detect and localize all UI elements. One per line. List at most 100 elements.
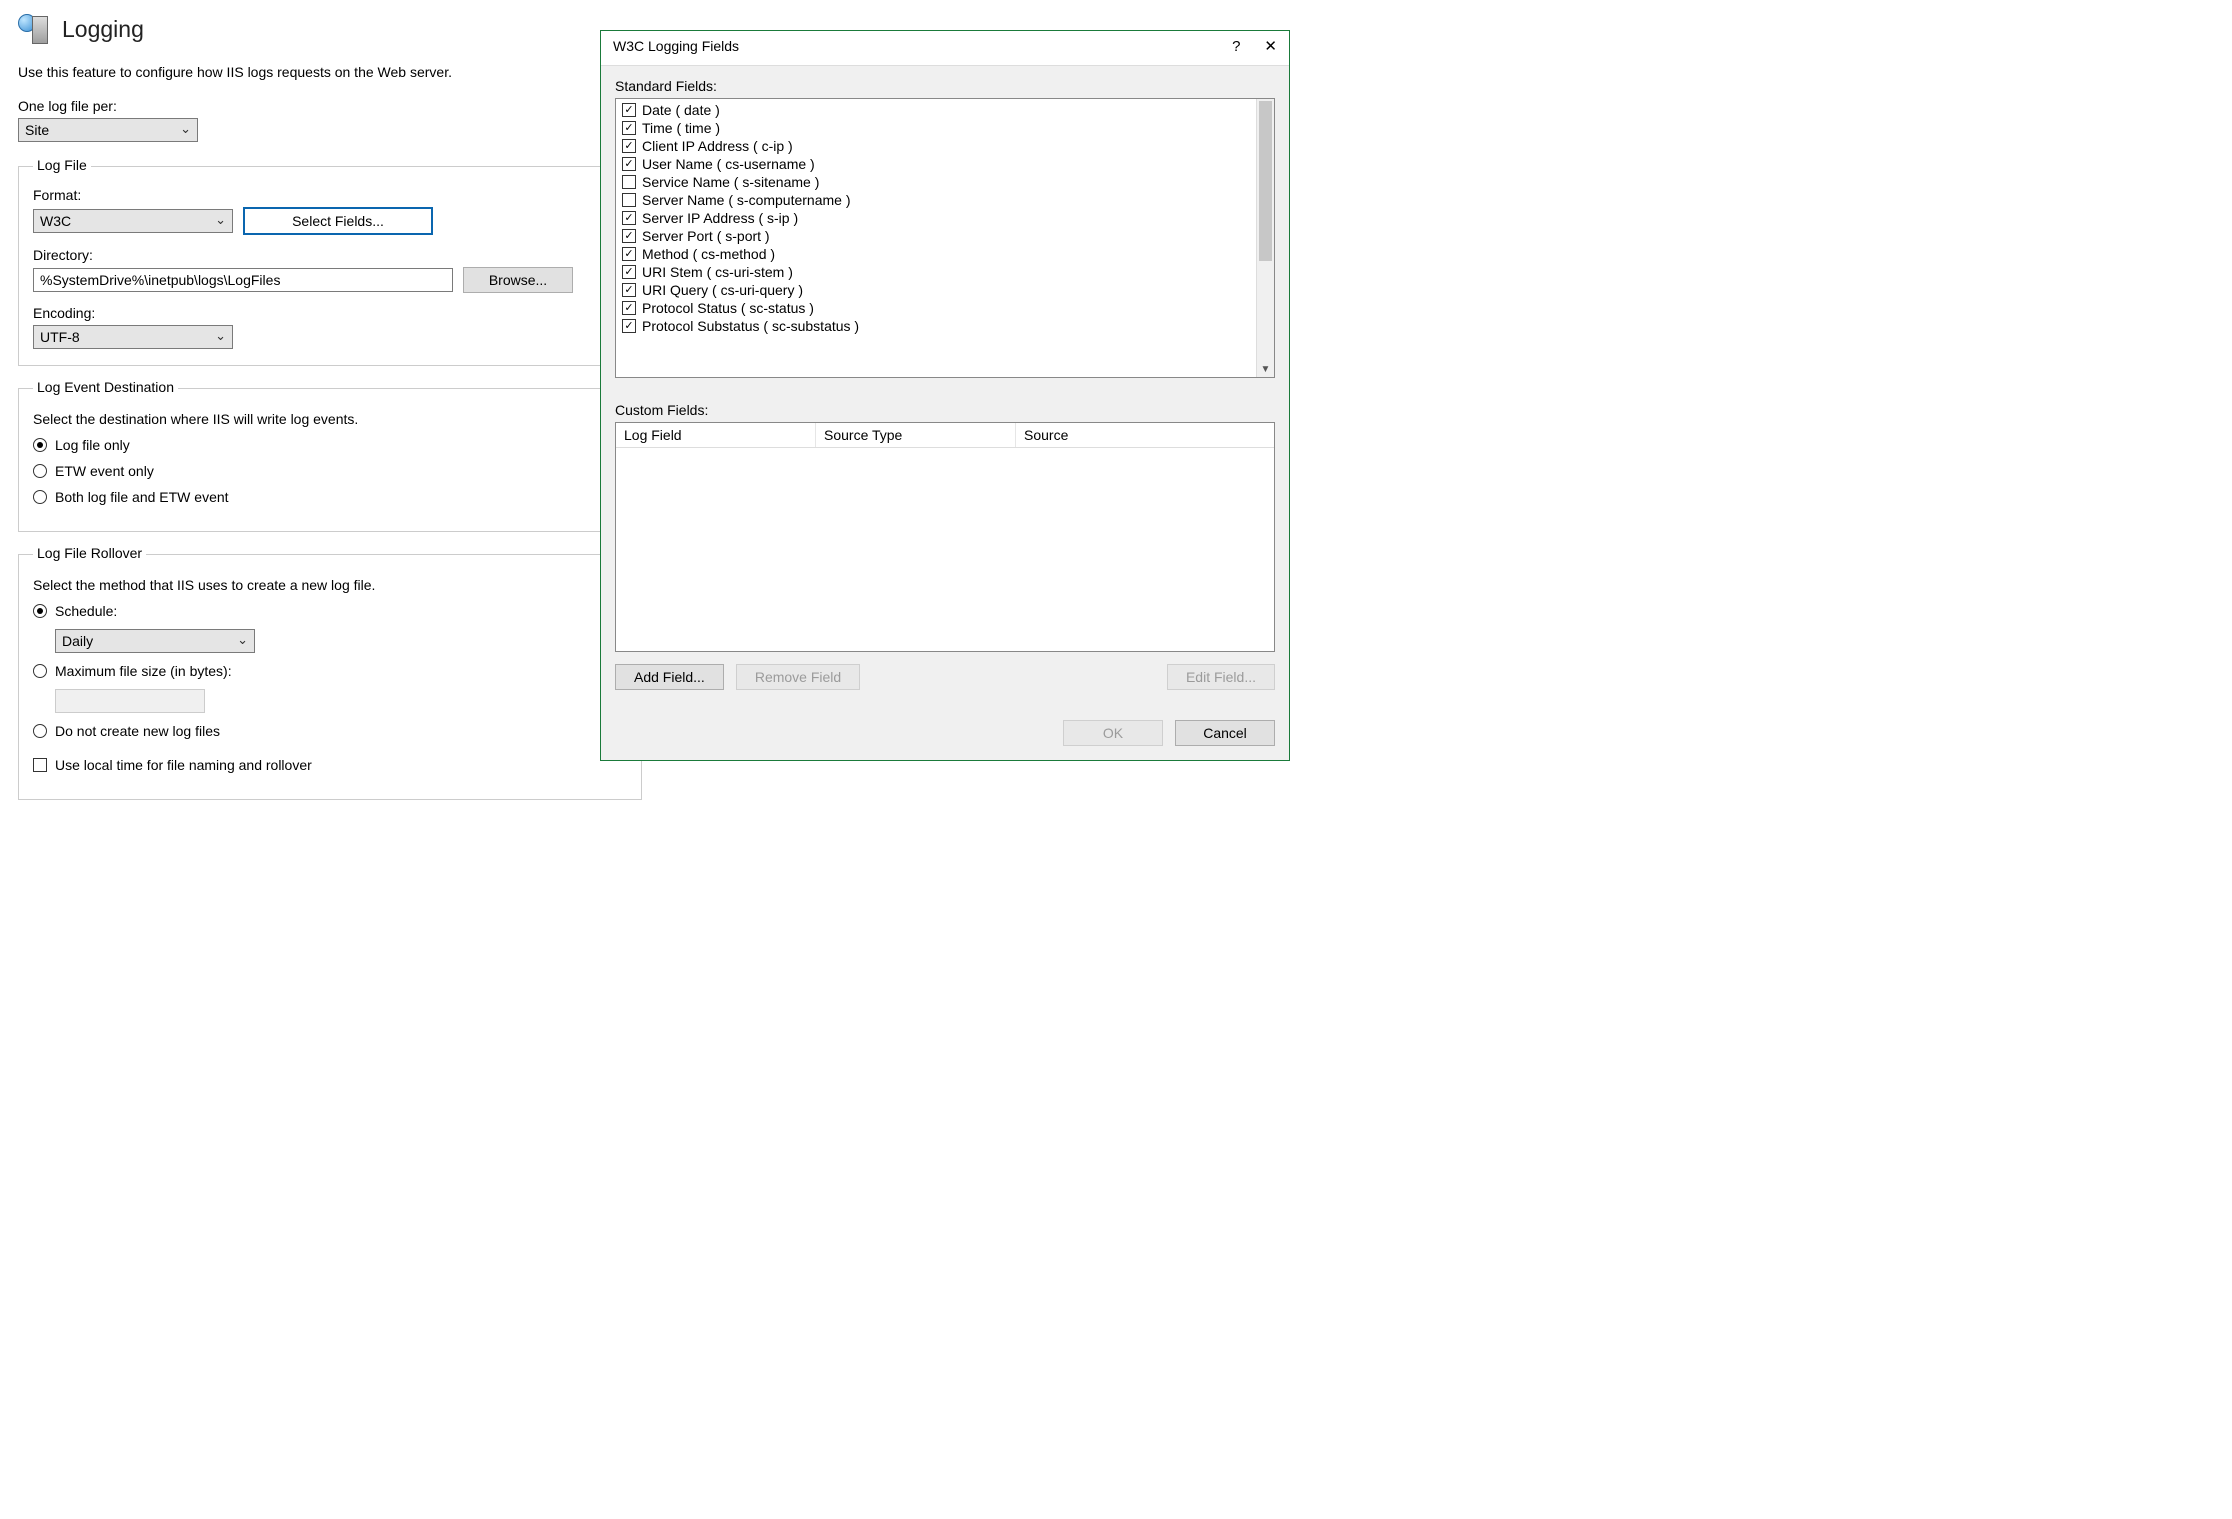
scroll-down-icon[interactable]: ▼ <box>1257 364 1274 375</box>
standard-field-item[interactable]: Server Name ( s-computername ) <box>622 191 1250 209</box>
one-log-file-per-label: One log file per: <box>18 98 642 114</box>
page-description: Use this feature to configure how IIS lo… <box>18 64 642 80</box>
add-field-button[interactable]: Add Field... <box>615 664 724 690</box>
log-file-rollover-group: Log File Rollover Select the method that… <box>18 554 642 800</box>
dialog-title: W3C Logging Fields <box>613 38 739 54</box>
radio-icon <box>33 490 47 504</box>
standard-field-item[interactable]: Date ( date ) <box>622 101 1250 119</box>
standard-field-item[interactable]: Protocol Substatus ( sc-substatus ) <box>622 317 1250 335</box>
max-size-radio[interactable]: Maximum file size (in bytes): <box>33 663 627 679</box>
schedule-value: Daily <box>62 633 93 649</box>
radio-icon <box>33 604 47 618</box>
logging-page: Logging Use this feature to configure ho… <box>0 0 660 834</box>
standard-field-label: URI Stem ( cs-uri-stem ) <box>642 264 793 280</box>
log-file-group: Log File Format: W3C Select Fields... Di… <box>18 166 642 366</box>
log-event-destination-option-label: ETW event only <box>55 463 154 479</box>
scrollbar[interactable]: ▲ ▼ <box>1256 99 1274 377</box>
log-event-destination-option-label: Log file only <box>55 437 130 453</box>
standard-field-label: Date ( date ) <box>642 102 720 118</box>
standard-field-label: Time ( time ) <box>642 120 720 136</box>
help-icon[interactable] <box>1232 38 1240 55</box>
format-dropdown[interactable]: W3C <box>33 209 233 233</box>
schedule-radio[interactable]: Schedule: <box>33 603 627 619</box>
standard-field-item[interactable]: Server Port ( s-port ) <box>622 227 1250 245</box>
checkbox-icon <box>622 193 636 207</box>
scrollbar-thumb[interactable] <box>1259 101 1272 261</box>
ok-button[interactable]: OK <box>1063 720 1163 746</box>
chevron-down-icon <box>215 213 226 230</box>
standard-field-label: Server IP Address ( s-ip ) <box>642 210 798 226</box>
log-event-destination-option[interactable]: Log file only <box>33 437 627 453</box>
standard-fields-label: Standard Fields: <box>615 78 1275 94</box>
radio-icon <box>33 664 47 678</box>
col-source-type[interactable]: Source Type <box>816 423 1016 447</box>
log-event-destination-option[interactable]: Both log file and ETW event <box>33 489 627 505</box>
col-log-field[interactable]: Log Field <box>616 423 816 447</box>
format-value: W3C <box>40 213 71 229</box>
one-log-file-per-dropdown[interactable]: Site <box>18 118 198 142</box>
standard-field-label: User Name ( cs-username ) <box>642 156 815 172</box>
schedule-label: Schedule: <box>55 603 117 619</box>
schedule-dropdown[interactable]: Daily <box>55 629 255 653</box>
encoding-value: UTF-8 <box>40 329 80 345</box>
standard-field-item[interactable]: Server IP Address ( s-ip ) <box>622 209 1250 227</box>
custom-fields-label: Custom Fields: <box>615 402 1275 418</box>
encoding-dropdown[interactable]: UTF-8 <box>33 325 233 349</box>
radio-icon <box>33 438 47 452</box>
checkbox-icon <box>622 175 636 189</box>
ok-label: OK <box>1103 725 1123 741</box>
standard-field-item[interactable]: Service Name ( s-sitename ) <box>622 173 1250 191</box>
log-file-rollover-legend: Log File Rollover <box>33 545 146 561</box>
add-field-label: Add Field... <box>634 669 705 685</box>
radio-icon <box>33 464 47 478</box>
browse-button[interactable]: Browse... <box>463 267 573 293</box>
edit-field-button[interactable]: Edit Field... <box>1167 664 1275 690</box>
checkbox-icon <box>33 758 47 772</box>
standard-field-label: Server Name ( s-computername ) <box>642 192 851 208</box>
select-fields-button[interactable]: Select Fields... <box>243 207 433 235</box>
standard-field-item[interactable]: Protocol Status ( sc-status ) <box>622 299 1250 317</box>
nocreate-radio[interactable]: Do not create new log files <box>33 723 627 739</box>
log-event-destination-group: Log Event Destination Select the destina… <box>18 388 642 532</box>
standard-field-label: Server Port ( s-port ) <box>642 228 770 244</box>
directory-input[interactable] <box>33 268 453 292</box>
nocreate-label: Do not create new log files <box>55 723 220 739</box>
standard-field-label: Client IP Address ( c-ip ) <box>642 138 793 154</box>
cancel-label: Cancel <box>1203 725 1247 741</box>
checkbox-icon <box>622 121 636 135</box>
standard-field-label: Protocol Status ( sc-status ) <box>642 300 814 316</box>
checkbox-icon <box>622 265 636 279</box>
encoding-label: Encoding: <box>33 305 627 321</box>
standard-field-item[interactable]: Client IP Address ( c-ip ) <box>622 137 1250 155</box>
w3c-logging-fields-dialog: W3C Logging Fields Standard Fields: Date… <box>600 30 1290 761</box>
checkbox-icon <box>622 283 636 297</box>
standard-field-item[interactable]: URI Stem ( cs-uri-stem ) <box>622 263 1250 281</box>
standard-field-label: URI Query ( cs-uri-query ) <box>642 282 803 298</box>
standard-field-item[interactable]: User Name ( cs-username ) <box>622 155 1250 173</box>
max-size-label: Maximum file size (in bytes): <box>55 663 232 679</box>
browse-label: Browse... <box>489 272 547 288</box>
dialog-titlebar: W3C Logging Fields <box>601 31 1289 65</box>
remove-field-button[interactable]: Remove Field <box>736 664 860 690</box>
standard-field-item[interactable]: URI Query ( cs-uri-query ) <box>622 281 1250 299</box>
checkbox-icon <box>622 301 636 315</box>
standard-field-item[interactable]: Method ( cs-method ) <box>622 245 1250 263</box>
chevron-down-icon <box>237 633 248 650</box>
use-local-time-checkbox[interactable]: Use local time for file naming and rollo… <box>33 757 627 773</box>
standard-field-item[interactable]: Time ( time ) <box>622 119 1250 137</box>
col-source[interactable]: Source <box>1016 423 1274 447</box>
remove-field-label: Remove Field <box>755 669 841 685</box>
cancel-button[interactable]: Cancel <box>1175 720 1275 746</box>
log-event-destination-option-label: Both log file and ETW event <box>55 489 229 505</box>
custom-fields-table[interactable]: Log Field Source Type Source <box>615 422 1275 652</box>
standard-field-label: Protocol Substatus ( sc-substatus ) <box>642 318 859 334</box>
close-icon[interactable] <box>1264 37 1277 55</box>
log-file-rollover-help: Select the method that IIS uses to creat… <box>33 577 627 593</box>
max-size-input[interactable] <box>55 689 205 713</box>
select-fields-label: Select Fields... <box>292 213 384 229</box>
standard-field-label: Service Name ( s-sitename ) <box>642 174 819 190</box>
standard-fields-listbox[interactable]: Date ( date ) Time ( time ) Client IP Addr… <box>615 98 1275 378</box>
custom-fields-header: Log Field Source Type Source <box>616 423 1274 448</box>
log-event-destination-option[interactable]: ETW event only <box>33 463 627 479</box>
checkbox-icon <box>622 139 636 153</box>
